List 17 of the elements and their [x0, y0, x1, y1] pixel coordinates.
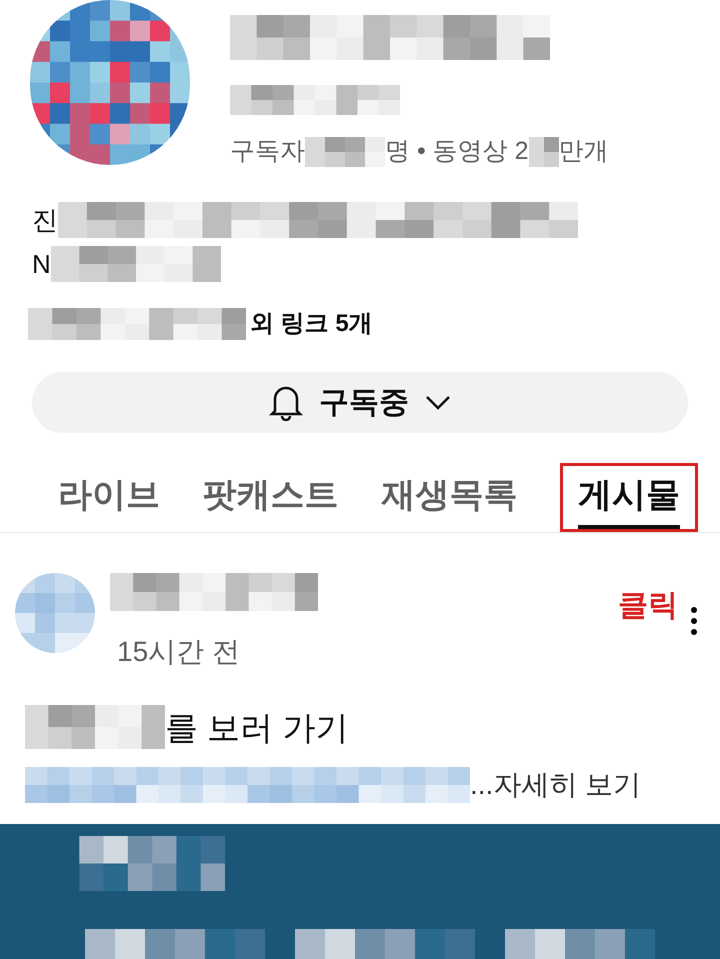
channel-tab[interactable]: 팟캐스트 — [202, 462, 339, 532]
video-count-unit: 만개 — [558, 136, 608, 167]
links-count-link[interactable]: 외 링크 5개 — [250, 306, 373, 342]
subscribed-button[interactable]: 구독중 — [32, 372, 688, 433]
channel-tab[interactable]: 재생목록 — [381, 462, 518, 532]
subscriber-label: 구독자 — [230, 136, 305, 167]
channel-tab[interactable]: 라이브 — [58, 462, 160, 532]
post-title: 를 보러 가기 — [165, 708, 348, 748]
video-count-blurred — [528, 136, 558, 167]
click-annotation: 클릭 — [618, 588, 678, 624]
post-time: 15시간 전 — [117, 634, 241, 668]
more-options-icon[interactable] — [690, 606, 698, 636]
read-more-link[interactable]: ...자세히 보기 — [470, 764, 642, 806]
description-text: 진 — [32, 204, 58, 236]
description-text: N — [32, 248, 51, 280]
chevron-down-icon — [425, 394, 451, 410]
video-count-label: 명 • 동영상 2 — [385, 136, 528, 167]
